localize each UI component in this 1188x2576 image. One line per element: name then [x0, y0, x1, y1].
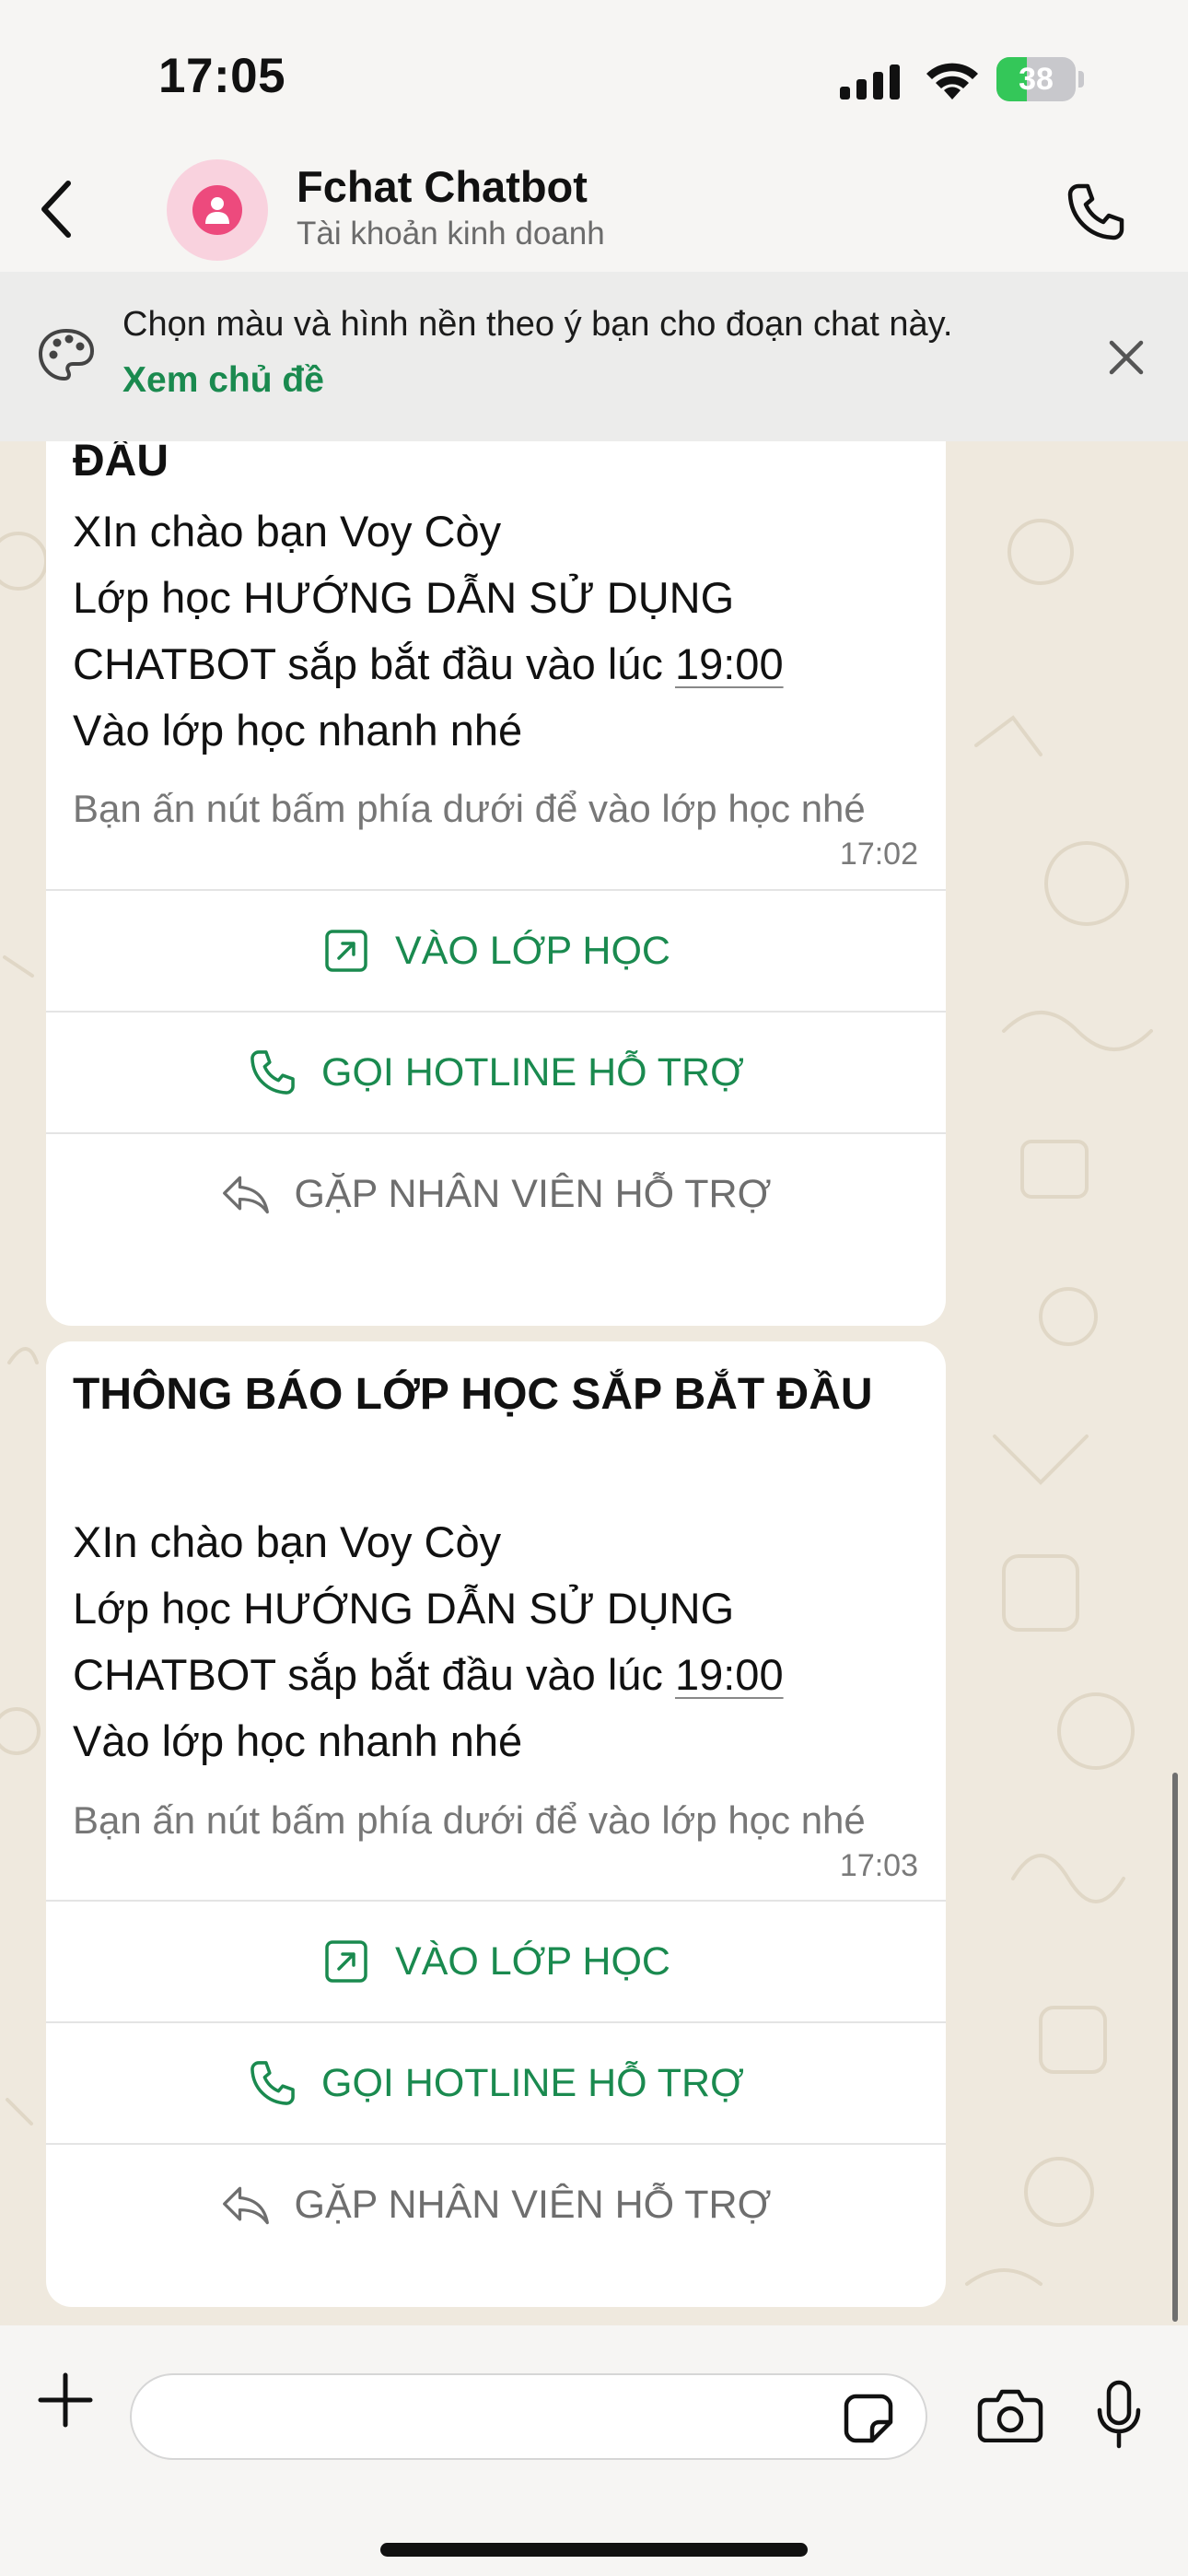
talk-to-agent-label: GẶP NHÂN VIÊN HỖ TRỢ [294, 1171, 772, 1216]
talk-to-agent-button[interactable]: GẶP NHÂN VIÊN HỖ TRỢ [46, 1132, 946, 1254]
plus-icon [38, 2372, 93, 2428]
message-title: THÔNG BÁO LỚP HỌC SẮP BẮT ĐẦU [73, 1370, 873, 1419]
palette-icon [38, 328, 95, 381]
message-body: XIn chào bạn Voy Còy Lớp học HƯỚNG DẪN S… [73, 1509, 920, 1774]
camera-icon [977, 2389, 1043, 2442]
phone-icon [248, 2058, 297, 2108]
attach-button[interactable] [33, 2368, 98, 2432]
message-timestamp: 17:02 [839, 837, 918, 872]
voice-call-button[interactable] [1059, 175, 1133, 249]
message-title: ĐẦU [73, 441, 169, 486]
camera-button[interactable] [976, 2383, 1044, 2447]
contact-name[interactable]: Fchat Chatbot [297, 161, 588, 212]
voice-message-button[interactable] [1089, 2376, 1148, 2453]
cellular-signal-icon [840, 64, 900, 100]
class-start-time[interactable]: 19:00 [675, 639, 784, 688]
message-input[interactable] [130, 2373, 927, 2460]
phone-icon [248, 1048, 297, 1097]
status-bar: 17:05 38 [0, 0, 1188, 152]
chat-area[interactable]: ĐẦU XIn chào bạn Voy Còy Lớp học HƯỚNG D… [0, 441, 1188, 2325]
message-composer [0, 2325, 1188, 2576]
start-time-line: CHATBOT sắp bắt đầu vào lúc 19:00 [73, 1650, 784, 1699]
battery-level: 38 [1019, 62, 1054, 97]
back-button[interactable] [28, 172, 83, 246]
message-bubble: THÔNG BÁO LỚP HỌC SẮP BẮT ĐẦU XIn chào b… [46, 1341, 946, 2307]
message-footer: Bạn ấn nút bấm phía dưới để vào lớp học … [73, 787, 866, 830]
call-hotline-button[interactable]: GỌI HOTLINE HỖ TRỢ [46, 2021, 946, 2143]
greeting-line: XIn chào bạn Voy Còy [73, 507, 502, 556]
status-time: 17:05 [158, 49, 286, 103]
external-link-icon [321, 926, 371, 976]
join-class-label: VÀO LỚP HỌC [395, 1938, 670, 1984]
banner-close-button[interactable] [1100, 331, 1153, 384]
theme-banner: Chọn màu và hình nền theo ý bạn cho đoạn… [0, 272, 1188, 441]
talk-to-agent-label: GẶP NHÂN VIÊN HỖ TRỢ [294, 2182, 772, 2227]
class-line: Lớp học HƯỚNG DẪN SỬ DỤNG [73, 573, 735, 622]
chat-header: Fchat Chatbot Tài khoản kinh doanh [0, 152, 1188, 272]
sticker-button[interactable] [841, 2391, 896, 2446]
person-icon [192, 185, 242, 235]
sticker-icon [844, 2394, 893, 2443]
external-link-icon [321, 1937, 371, 1986]
message-timestamp: 17:03 [839, 1848, 918, 1883]
avatar[interactable] [167, 159, 268, 261]
chat-scrollbar[interactable] [1172, 1773, 1178, 2322]
join-line: Vào lớp học nhanh nhé [73, 706, 523, 755]
start-time-line: CHATBOT sắp bắt đầu vào lúc 19:00 [73, 639, 784, 688]
join-class-button[interactable]: VÀO LỚP HỌC [46, 889, 946, 1011]
message-bubble: ĐẦU XIn chào bạn Voy Còy Lớp học HƯỚNG D… [46, 441, 946, 1326]
greeting-line: XIn chào bạn Voy Còy [73, 1517, 502, 1566]
message-footer: Bạn ấn nút bấm phía dưới để vào lớp học … [73, 1798, 866, 1842]
join-class-label: VÀO LỚP HỌC [395, 928, 670, 973]
message-body: XIn chào bạn Voy Còy Lớp học HƯỚNG DẪN S… [73, 498, 920, 764]
join-class-button[interactable]: VÀO LỚP HỌC [46, 1900, 946, 2021]
contact-subtitle: Tài khoản kinh doanh [297, 216, 605, 252]
call-hotline-label: GỌI HOTLINE HỖ TRỢ [321, 2060, 744, 2105]
reply-icon [221, 2180, 271, 2230]
class-start-time[interactable]: 19:00 [675, 1650, 784, 1699]
phone-icon [1067, 183, 1124, 240]
call-hotline-label: GỌI HOTLINE HỖ TRỢ [321, 1049, 744, 1095]
home-indicator[interactable] [380, 2543, 808, 2557]
microphone-icon [1097, 2380, 1141, 2449]
banner-text: Chọn màu và hình nền theo ý bạn cho đoạn… [122, 305, 953, 344]
join-line: Vào lớp học nhanh nhé [73, 1716, 523, 1765]
call-hotline-button[interactable]: GỌI HOTLINE HỖ TRỢ [46, 1011, 946, 1132]
reply-icon [221, 1169, 271, 1219]
talk-to-agent-button[interactable]: GẶP NHÂN VIÊN HỖ TRỢ [46, 2143, 946, 2265]
chevron-left-icon [41, 181, 71, 238]
close-icon [1109, 340, 1144, 375]
view-theme-link[interactable]: Xem chủ đề [122, 360, 324, 401]
class-line: Lớp học HƯỚNG DẪN SỬ DỤNG [73, 1584, 735, 1633]
wifi-icon [926, 63, 978, 100]
battery-icon: 38 [996, 57, 1084, 101]
